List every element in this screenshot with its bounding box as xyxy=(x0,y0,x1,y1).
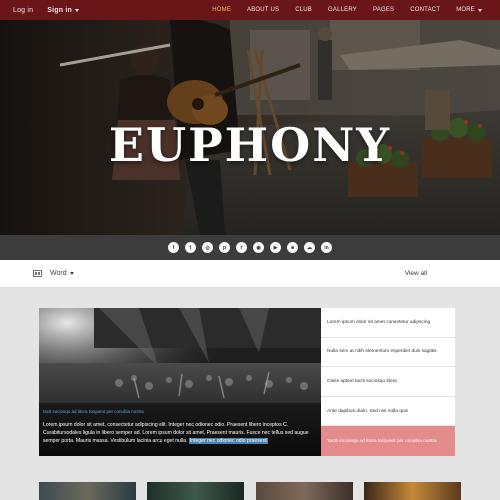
signin-dropdown[interactable]: Sign in xyxy=(47,6,80,14)
chevron-down-icon xyxy=(75,8,80,12)
featured-tag[interactable]: tacit sociosqu ad litora torquent per co… xyxy=(43,409,144,414)
list-item-active[interactable]: Taciti sociosqu ad litora torquent per c… xyxy=(321,426,455,456)
instagram-icon[interactable]: ◎ xyxy=(202,242,213,253)
auth-links: Log in Sign in xyxy=(0,6,80,14)
main-menu: HOME ABOUT US CLUB GALLERY PAGES CONTACT… xyxy=(204,7,500,13)
hero-banner: EUPHONY xyxy=(0,20,500,235)
login-link[interactable]: Log in xyxy=(13,7,33,14)
thumbnail-3[interactable] xyxy=(256,482,353,500)
nav-more-label: MORE xyxy=(456,7,475,13)
social-bar: f t ◎ p r ◉ ▶ ■ ☁ in xyxy=(0,235,500,260)
twitter-icon[interactable]: t xyxy=(185,242,196,253)
top-bar: Log in Sign in HOME ABOUT US CLUB GALLER… xyxy=(0,0,500,20)
category-dropdown[interactable]: Word xyxy=(0,270,74,277)
youtube-icon[interactable]: ▶ xyxy=(270,242,281,253)
list-item[interactable]: Nulla sem at nibh elementum imperdiet du… xyxy=(321,338,455,368)
post-list: Lorem ipsum dolor sit amet consetetur ad… xyxy=(321,308,455,456)
rss-icon[interactable]: r xyxy=(236,242,247,253)
thumbnail-1[interactable] xyxy=(39,482,136,500)
chevron-down-icon xyxy=(69,272,74,275)
pinterest-icon[interactable]: p xyxy=(219,242,230,253)
facebook-icon[interactable]: f xyxy=(168,242,179,253)
view-all-link[interactable]: View all xyxy=(405,270,427,277)
nav-item-contact[interactable]: CONTACT xyxy=(402,7,448,13)
thumbnail-4[interactable] xyxy=(364,482,461,500)
thumbnail-2[interactable] xyxy=(147,482,244,500)
nav-item-more[interactable]: MORE xyxy=(448,7,490,13)
nav-item-home[interactable]: HOME xyxy=(204,7,239,13)
nav-item-club[interactable]: CLUB xyxy=(287,7,320,13)
tumblr-icon[interactable]: ■ xyxy=(287,242,298,253)
category-label: Word xyxy=(50,270,74,277)
featured-excerpt-text: Lorem ipsum dolor sit amet, consectetur … xyxy=(43,422,309,444)
featured-highlight: Integer nec odionec odio praesent xyxy=(188,438,268,444)
featured-excerpt: Lorem ipsum dolor sit amet, consectetur … xyxy=(43,421,315,445)
list-item[interactable]: Lorem ipsum dolor sit amet consetetur ad… xyxy=(321,308,455,338)
featured-post[interactable]: tacit sociosqu ad litora torquent per co… xyxy=(39,308,321,456)
signin-label: Sign in xyxy=(47,6,73,14)
category-bar: Word View all xyxy=(0,260,500,288)
dribbble-icon[interactable]: ◉ xyxy=(253,242,264,253)
page: Log in Sign in HOME ABOUT US CLUB GALLER… xyxy=(0,0,500,500)
chevron-down-icon xyxy=(478,8,482,12)
list-item[interactable]: Ante dapibus diam. Sed nisi nulla quis xyxy=(321,397,455,427)
hero-title: EUPHONY xyxy=(108,118,392,172)
linkedin-icon[interactable]: in xyxy=(321,242,332,253)
nav-item-pages[interactable]: PAGES xyxy=(365,7,402,13)
nav-item-gallery[interactable]: GALLERY xyxy=(320,7,365,13)
grid-icon xyxy=(33,270,42,277)
soundcloud-icon[interactable]: ☁ xyxy=(304,242,315,253)
list-item[interactable]: Class aptent taciti sociosqu litora xyxy=(321,367,455,397)
category-value: Word xyxy=(50,270,67,277)
nav-item-about-us[interactable]: ABOUT US xyxy=(239,7,287,13)
